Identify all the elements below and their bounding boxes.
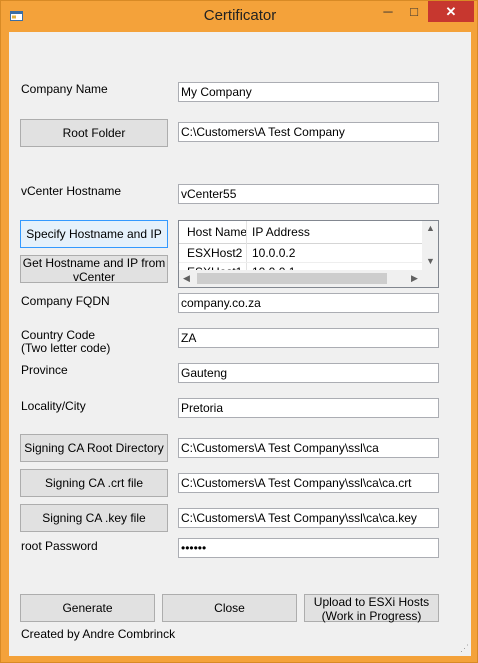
form-client-area: Company Name Root Folder vCenter Hostnam…: [9, 32, 471, 656]
company-fqdn-label: Company FQDN: [21, 294, 110, 308]
signing-ca-crt-button[interactable]: Signing CA .crt file: [20, 469, 168, 497]
scroll-up-icon[interactable]: ▲: [426, 223, 435, 233]
signing-ca-key-input[interactable]: [178, 508, 439, 528]
root-folder-button[interactable]: Root Folder: [20, 119, 168, 147]
province-input[interactable]: [178, 363, 439, 383]
title-bar[interactable]: Certificator ─ □ ✕: [1, 1, 478, 32]
vcenter-hostname-label: vCenter Hostname: [21, 184, 122, 198]
hosts-grid[interactable]: Host Name IP Address ESXHost2 10.0.0.2 E…: [178, 220, 439, 288]
scroll-thumb[interactable]: [197, 273, 387, 284]
ip-address-cell: 10.0.0.2: [252, 246, 296, 260]
signing-ca-key-button[interactable]: Signing CA .key file: [20, 504, 168, 532]
maximize-button[interactable]: □: [401, 1, 427, 22]
scrollbar-corner: [422, 270, 438, 287]
upload-line2: (Work in Progress): [321, 609, 422, 623]
vcenter-hostname-input[interactable]: [178, 184, 439, 204]
get-hostname-line1: Get Hostname and IP from: [22, 256, 166, 270]
table-row[interactable]: ESXHost2 10.0.0.2: [179, 244, 423, 263]
signing-ca-root-directory-input[interactable]: [178, 438, 439, 458]
resize-grip-icon[interactable]: ⋰: [460, 643, 469, 654]
column-header-host-name[interactable]: Host Name: [187, 225, 247, 239]
locality-input[interactable]: [178, 398, 439, 418]
scroll-left-icon[interactable]: ◀: [183, 273, 190, 284]
host-name-cell: ESXHost2: [187, 246, 243, 260]
grid-vertical-scrollbar[interactable]: ▲ ▼: [422, 221, 438, 270]
generate-button[interactable]: Generate: [20, 594, 155, 622]
close-window-button[interactable]: ✕: [428, 1, 474, 22]
root-password-label: root Password: [21, 539, 98, 553]
close-button[interactable]: Close: [162, 594, 297, 622]
signing-ca-root-directory-button[interactable]: Signing CA Root Directory: [20, 434, 168, 462]
get-hostname-from-vcenter-button[interactable]: Get Hostname and IP from vCenter: [20, 255, 168, 284]
scroll-right-icon[interactable]: ▶: [411, 273, 418, 284]
grid-header: Host Name IP Address: [179, 221, 423, 244]
grid-horizontal-scrollbar[interactable]: ◀ ▶: [179, 270, 423, 287]
get-hostname-line2: vCenter: [72, 270, 116, 284]
locality-label: Locality/City: [21, 399, 86, 413]
company-name-label: Company Name: [21, 82, 108, 96]
company-name-input[interactable]: [178, 82, 439, 102]
certificator-window: Certificator ─ □ ✕ Company Name Root Fol…: [0, 0, 478, 663]
country-code-input[interactable]: [178, 328, 439, 348]
root-folder-input[interactable]: [178, 122, 439, 142]
upload-to-esxi-button[interactable]: Upload to ESXi Hosts (Work in Progress): [304, 594, 439, 623]
column-header-ip-address[interactable]: IP Address: [252, 225, 310, 239]
scroll-down-icon[interactable]: ▼: [426, 256, 435, 266]
upload-line1: Upload to ESXi Hosts: [313, 595, 430, 609]
country-code-hint-label: (Two letter code): [21, 341, 111, 355]
specify-hostname-button[interactable]: Specify Hostname and IP: [20, 220, 168, 248]
footer-credit: Created by Andre Combrinck: [21, 627, 176, 641]
signing-ca-crt-input[interactable]: [178, 473, 439, 493]
root-password-input[interactable]: [178, 538, 439, 558]
minimize-button[interactable]: ─: [375, 1, 401, 22]
province-label: Province: [21, 363, 68, 377]
company-fqdn-input[interactable]: [178, 293, 439, 313]
country-code-label: Country Code: [21, 328, 96, 342]
